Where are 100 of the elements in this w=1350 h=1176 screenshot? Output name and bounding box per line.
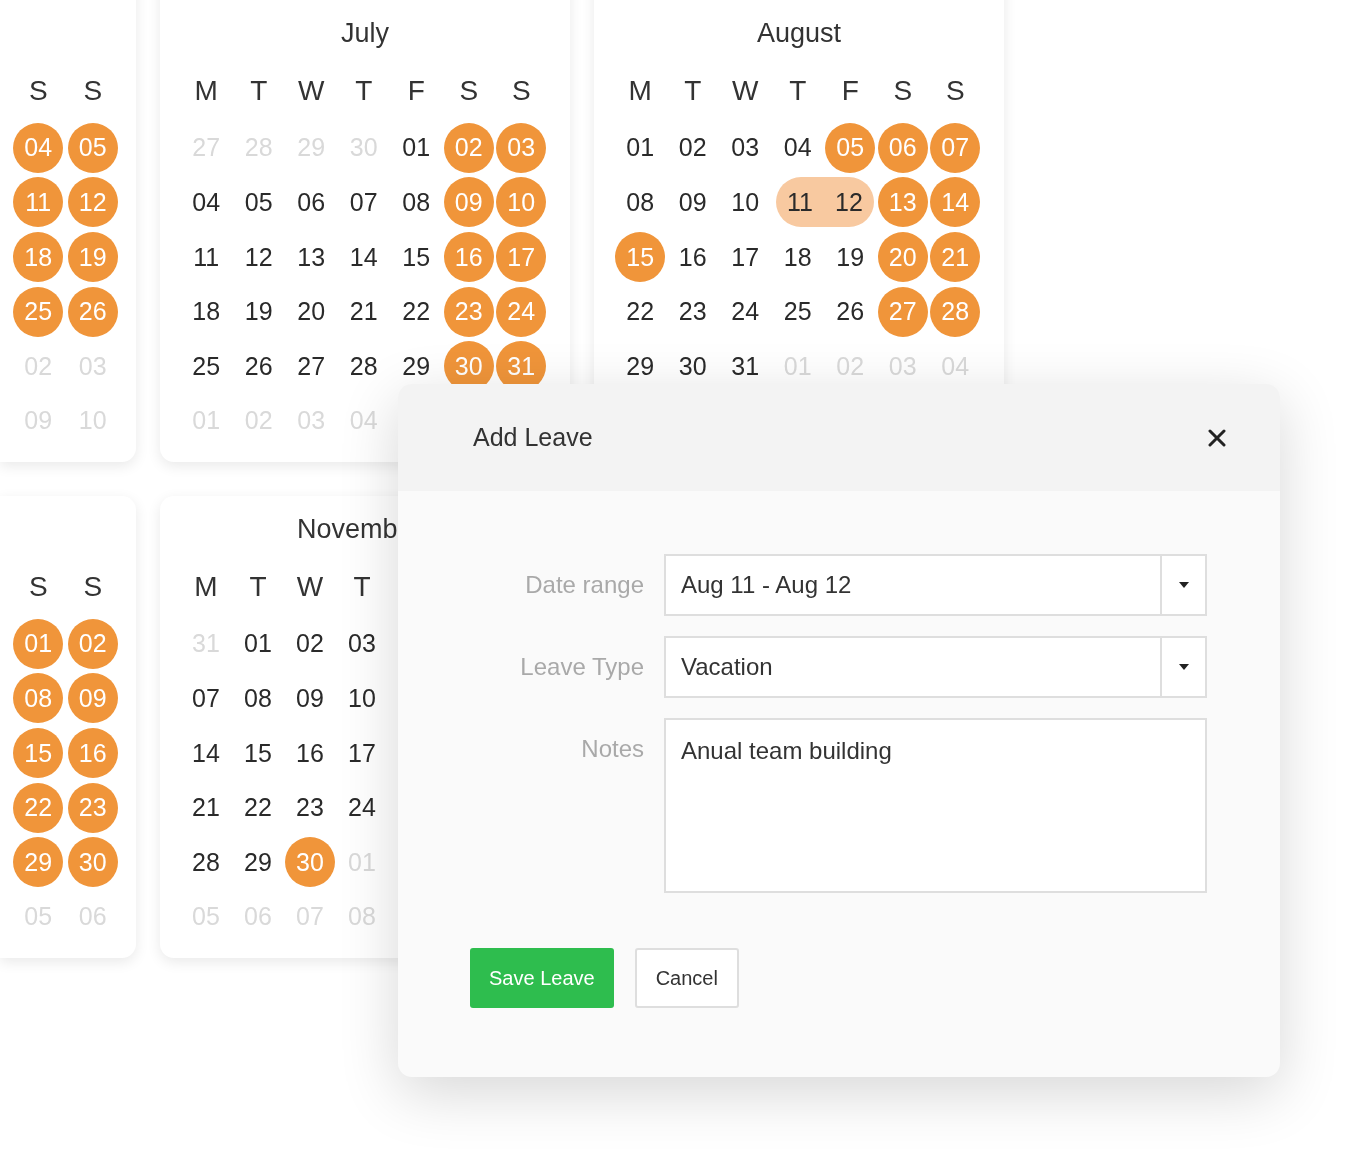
highlighted-day[interactable]: 26 bbox=[67, 286, 118, 337]
calendar-day[interactable]: 19 bbox=[825, 232, 876, 283]
highlighted-day[interactable]: 09 bbox=[443, 177, 494, 228]
calendar-day[interactable]: 11 bbox=[181, 232, 232, 283]
highlighted-day[interactable]: 28 bbox=[930, 286, 981, 337]
highlighted-day[interactable]: 15 bbox=[13, 728, 64, 779]
highlighted-day[interactable]: 22 bbox=[13, 782, 64, 833]
calendar-day[interactable]: 26 bbox=[233, 341, 284, 392]
calendar-day[interactable]: 22 bbox=[615, 286, 666, 337]
highlighted-day[interactable]: 24 bbox=[496, 286, 547, 337]
highlighted-day[interactable]: 12 bbox=[67, 177, 118, 228]
calendar-day[interactable]: 10 bbox=[720, 177, 771, 228]
calendar-day[interactable]: 26 bbox=[825, 286, 876, 337]
calendar-day[interactable]: 16 bbox=[667, 232, 718, 283]
calendar-day[interactable]: 07 bbox=[338, 177, 389, 228]
highlighted-day[interactable]: 21 bbox=[930, 232, 981, 283]
highlighted-day[interactable]: 25 bbox=[13, 286, 64, 337]
calendar-day[interactable]: 18 bbox=[181, 286, 232, 337]
calendar-day[interactable]: 16 bbox=[285, 728, 335, 779]
calendar-day[interactable]: 14 bbox=[181, 728, 231, 779]
calendar-day[interactable]: 15 bbox=[391, 232, 442, 283]
highlighted-day[interactable]: 02 bbox=[67, 618, 118, 669]
calendar-day[interactable]: 08 bbox=[391, 177, 442, 228]
calendar-day[interactable]: 08 bbox=[615, 177, 666, 228]
highlighted-day[interactable]: 12 bbox=[824, 177, 874, 228]
highlighted-day[interactable]: 23 bbox=[443, 286, 494, 337]
highlighted-day[interactable]: 08 bbox=[13, 673, 64, 724]
calendar-day[interactable]: 24 bbox=[337, 782, 387, 833]
calendar-day[interactable]: 10 bbox=[337, 673, 387, 724]
highlighted-day[interactable]: 09 bbox=[67, 673, 118, 724]
highlighted-day[interactable]: 06 bbox=[877, 122, 928, 173]
highlighted-day[interactable]: 30 bbox=[285, 837, 335, 888]
calendar-day[interactable]: 18 bbox=[772, 232, 823, 283]
highlighted-day[interactable]: 11 bbox=[13, 177, 64, 228]
highlighted-day[interactable]: 17 bbox=[496, 232, 547, 283]
calendar-day[interactable]: 23 bbox=[667, 286, 718, 337]
calendar-day[interactable]: 02 bbox=[285, 618, 335, 669]
calendar-day[interactable]: 21 bbox=[181, 782, 231, 833]
dropdown-field[interactable]: Aug 11 - Aug 12 bbox=[664, 554, 1207, 616]
calendar-day[interactable]: 07 bbox=[181, 673, 231, 724]
calendar-day[interactable]: 02 bbox=[667, 122, 718, 173]
save-button[interactable]: Save Leave bbox=[470, 948, 614, 1008]
highlighted-day[interactable]: 05 bbox=[825, 122, 876, 173]
calendar-day[interactable]: 06 bbox=[286, 177, 337, 228]
calendar-day[interactable]: 28 bbox=[338, 341, 389, 392]
highlighted-day[interactable]: 07 bbox=[930, 122, 981, 173]
highlighted-day[interactable]: 30 bbox=[67, 837, 118, 888]
highlighted-day[interactable]: 27 bbox=[877, 286, 928, 337]
highlighted-day[interactable]: 19 bbox=[67, 232, 118, 283]
weekday-label: F bbox=[407, 75, 425, 108]
calendar-day[interactable]: 09 bbox=[667, 177, 718, 228]
calendar-day[interactable]: 13 bbox=[286, 232, 337, 283]
calendar-day[interactable]: 22 bbox=[391, 286, 442, 337]
calendar-day[interactable]: 20 bbox=[286, 286, 337, 337]
calendar-day[interactable]: 12 bbox=[233, 232, 284, 283]
highlighted-day[interactable]: 10 bbox=[496, 177, 547, 228]
highlighted-day[interactable]: 11 bbox=[776, 177, 824, 228]
calendar-day[interactable]: 05 bbox=[233, 177, 284, 228]
calendar-day[interactable]: 24 bbox=[720, 286, 771, 337]
calendar-day[interactable]: 21 bbox=[338, 286, 389, 337]
calendar-day[interactable]: 17 bbox=[337, 728, 387, 779]
highlighted-day[interactable]: 18 bbox=[13, 232, 64, 283]
highlighted-day[interactable]: 13 bbox=[877, 177, 928, 228]
highlighted-day[interactable]: 05 bbox=[67, 122, 118, 173]
calendar-day[interactable]: 09 bbox=[285, 673, 335, 724]
highlighted-day[interactable]: 01 bbox=[13, 618, 64, 669]
highlighted-day[interactable]: 03 bbox=[496, 122, 547, 173]
calendar-day[interactable]: 22 bbox=[233, 782, 283, 833]
dropdown-field[interactable]: Vacation bbox=[664, 636, 1207, 698]
calendar-day[interactable]: 25 bbox=[772, 286, 823, 337]
highlighted-day[interactable]: 02 bbox=[443, 122, 494, 173]
calendar-day[interactable]: 19 bbox=[233, 286, 284, 337]
weekday-label: M bbox=[194, 571, 218, 604]
calendar-day[interactable]: 25 bbox=[181, 341, 232, 392]
calendar-day[interactable]: 29 bbox=[233, 837, 283, 888]
calendar-day[interactable]: 03 bbox=[337, 618, 387, 669]
calendar-day[interactable]: 28 bbox=[181, 837, 231, 888]
calendar-day[interactable]: 15 bbox=[233, 728, 283, 779]
highlighted-day[interactable]: 29 bbox=[13, 837, 64, 888]
weekday-label: S bbox=[511, 75, 531, 108]
highlighted-day[interactable]: 15 bbox=[615, 232, 666, 283]
calendar-day[interactable]: 01 bbox=[615, 122, 666, 173]
calendar-day[interactable]: 27 bbox=[286, 341, 337, 392]
highlighted-day[interactable]: 04 bbox=[13, 122, 64, 173]
calendar-day[interactable]: 14 bbox=[338, 232, 389, 283]
calendar-day[interactable]: 17 bbox=[720, 232, 771, 283]
cancel-button[interactable]: Cancel bbox=[634, 948, 739, 1008]
highlighted-day[interactable]: 20 bbox=[877, 232, 928, 283]
calendar-day[interactable]: 04 bbox=[772, 122, 823, 173]
highlighted-day[interactable]: 14 bbox=[930, 177, 981, 228]
calendar-day[interactable]: 01 bbox=[233, 618, 283, 669]
highlighted-day[interactable]: 23 bbox=[67, 782, 118, 833]
calendar-day[interactable]: 08 bbox=[233, 673, 283, 724]
notes-field[interactable]: Anual team building bbox=[664, 718, 1207, 893]
calendar-day[interactable]: 04 bbox=[181, 177, 232, 228]
highlighted-day[interactable]: 16 bbox=[67, 728, 118, 779]
highlighted-day[interactable]: 16 bbox=[443, 232, 494, 283]
calendar-day[interactable]: 23 bbox=[285, 782, 335, 833]
calendar-day[interactable]: 03 bbox=[720, 122, 771, 173]
calendar-day[interactable]: 01 bbox=[391, 122, 442, 173]
